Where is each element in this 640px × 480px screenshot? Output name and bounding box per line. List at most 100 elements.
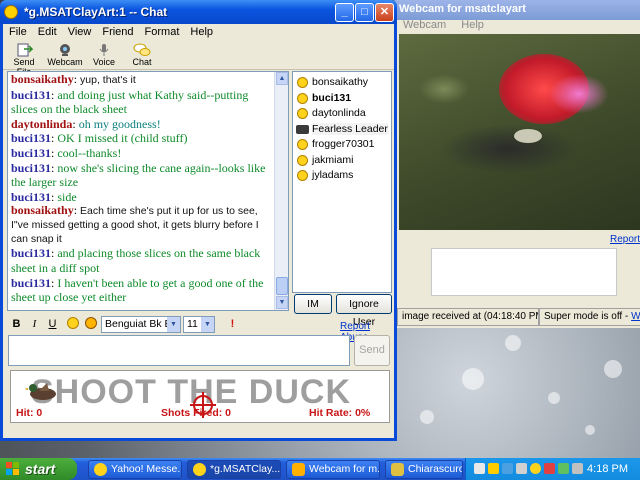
snow-speck: [548, 392, 560, 404]
send-file-icon: [17, 43, 33, 57]
smiley-icon: [297, 108, 308, 119]
user-list-item[interactable]: bonsaikathy: [293, 75, 391, 91]
close-button[interactable]: ✕: [375, 3, 394, 22]
voice-button[interactable]: Voice: [85, 43, 123, 67]
transcript-scrollbar[interactable]: ▲ ▼: [274, 72, 288, 310]
menu-friend[interactable]: Friend: [96, 24, 138, 38]
taskbar-item-label: Yahoo! Messe...: [111, 463, 182, 475]
webcam-window-title: Webcam for msatclayart: [395, 0, 640, 20]
user-list-item[interactable]: jakmiami: [293, 153, 391, 169]
im-button[interactable]: IM: [294, 294, 332, 314]
taskbar-item-webcam[interactable]: Webcam for m...: [286, 460, 380, 479]
taskbar-item-image[interactable]: Chiarascuro10...: [385, 460, 463, 479]
menu-edit[interactable]: Edit: [32, 24, 62, 38]
message-text: cool--thanks!: [57, 145, 122, 160]
user-list-item[interactable]: daytonlinda: [293, 106, 391, 122]
tray-icon[interactable]: [558, 463, 569, 474]
snow-speck: [585, 425, 595, 435]
message-text: side: [57, 189, 77, 204]
menu-view[interactable]: View: [62, 24, 97, 38]
user-name: jakmiami: [312, 153, 354, 166]
tray-icon[interactable]: [544, 463, 555, 474]
user-list-item[interactable]: Fearless Leader: [293, 122, 391, 138]
chat-bubbles-icon: [133, 43, 151, 56]
chat-button[interactable]: Chat: [123, 43, 161, 67]
message-sender: buci131: [11, 87, 52, 102]
tray-icon[interactable]: [488, 463, 499, 474]
webcam-report-link[interactable]: Report: [610, 234, 640, 245]
hit-rate: Hit Rate: 0%: [309, 407, 371, 419]
smiley-icon: [297, 92, 308, 104]
duck-icon: [25, 383, 56, 400]
snow-speck: [604, 360, 622, 378]
message-sender: buci131: [11, 131, 52, 146]
snow-speck: [505, 335, 521, 351]
shoot-the-duck-ad[interactable]: SHOOT THE DUCK Hit: 0 Shots Fired: 0 Hit…: [10, 370, 390, 423]
taskbar-item-label: Webcam for m...: [309, 463, 380, 475]
chat-message: buci131: I haven't been able to get a go…: [11, 275, 264, 305]
chat-window-title: *g.MSATClayArt:1 -- Chat: [24, 5, 168, 19]
scroll-thumb[interactable]: [276, 277, 288, 295]
scroll-up-arrow-icon[interactable]: ▲: [276, 72, 288, 85]
font-select[interactable]: Benguiat Bk BT ▼: [101, 316, 181, 333]
chat-message: buci131: cool--thanks!: [11, 145, 122, 160]
maximize-button[interactable]: □: [355, 3, 374, 22]
chat-transcript[interactable]: bonsaikathy: yup, that's it buci131: and…: [7, 71, 289, 311]
tray-icon[interactable]: [502, 463, 513, 474]
message-sender: buci131: [11, 145, 52, 160]
send-button[interactable]: Send: [354, 335, 390, 366]
user-name: bonsaikathy: [312, 76, 369, 88]
taskbar-item-chat[interactable]: *g.MSATClay...: [187, 460, 281, 479]
user-name: jyladams: [312, 169, 354, 181]
start-button[interactable]: start: [0, 458, 77, 480]
minimize-button[interactable]: _: [335, 3, 354, 22]
system-tray: 4:18 PM: [465, 458, 640, 480]
message-sender: buci131: [11, 275, 52, 290]
user-list-item[interactable]: jyladams: [293, 168, 391, 184]
italic-button[interactable]: I: [27, 317, 42, 332]
scroll-down-arrow-icon[interactable]: ▼: [276, 296, 288, 309]
user-list-item[interactable]: buci131: [293, 91, 391, 107]
smiley-icon: [297, 154, 308, 166]
taskbar-item-label: Chiarascuro10...: [408, 463, 462, 475]
taskbar-item-yahoo[interactable]: Yahoo! Messe...: [88, 460, 182, 479]
chat-label: Chat: [132, 57, 152, 67]
smiley-icon: [297, 139, 308, 150]
webcam-button[interactable]: Webcam: [46, 43, 84, 67]
messenger-tray-icon[interactable]: [530, 463, 541, 474]
chat-message: bonsaikathy: yup, that's it: [11, 72, 136, 86]
chat-titlebar[interactable]: *g.MSATClayArt:1 -- Chat _ □ ✕: [0, 0, 397, 24]
chat-smiley-icon: [193, 463, 206, 476]
tray-icon[interactable]: [516, 463, 527, 474]
messenger-smiley-icon: [4, 5, 18, 19]
chat-menubar: File Edit View Friend Format Help: [3, 24, 394, 41]
webcam-window: Webcam for msatclayart Webcam Help Repor…: [394, 0, 640, 328]
webcam-menubar: Webcam Help: [397, 18, 502, 34]
menu-format[interactable]: Format: [139, 24, 185, 38]
message-sender: bonsaikathy: [11, 72, 74, 86]
bold-button[interactable]: B: [9, 317, 24, 332]
webcam-menu-webcam[interactable]: Webcam: [403, 19, 446, 31]
image-viewer-icon: [391, 463, 404, 476]
volume-icon[interactable]: [572, 463, 583, 474]
tray-icon[interactable]: [474, 463, 485, 474]
ignore-user-button[interactable]: Ignore User: [336, 294, 392, 328]
chat-message: buci131: and placing those slices on the…: [11, 246, 261, 275]
alert-button[interactable]: !: [225, 317, 240, 332]
user-list-item[interactable]: frogger70301: [293, 137, 391, 153]
chat-message: bonsaikathy: Each time she's put it up f…: [11, 203, 259, 246]
message-input[interactable]: [8, 335, 350, 366]
user-name: buci131: [312, 91, 352, 104]
user-list: bonsaikathy buci131 daytonlinda Fearless…: [292, 71, 392, 293]
webcam-menu-help[interactable]: Help: [461, 19, 484, 31]
message-text: yup, that's it: [80, 74, 136, 86]
super-mode-link[interactable]: What: [631, 311, 640, 322]
audible-button[interactable]: [83, 317, 98, 332]
underline-button[interactable]: U: [45, 317, 60, 332]
webcam-video-feed: [399, 34, 640, 230]
menu-help[interactable]: Help: [184, 24, 218, 38]
emoticon-button[interactable]: [65, 317, 80, 332]
yahoo-smiley-icon: [94, 463, 107, 476]
font-size-select[interactable]: 11 ▼: [183, 316, 215, 333]
menu-file[interactable]: File: [3, 24, 32, 38]
